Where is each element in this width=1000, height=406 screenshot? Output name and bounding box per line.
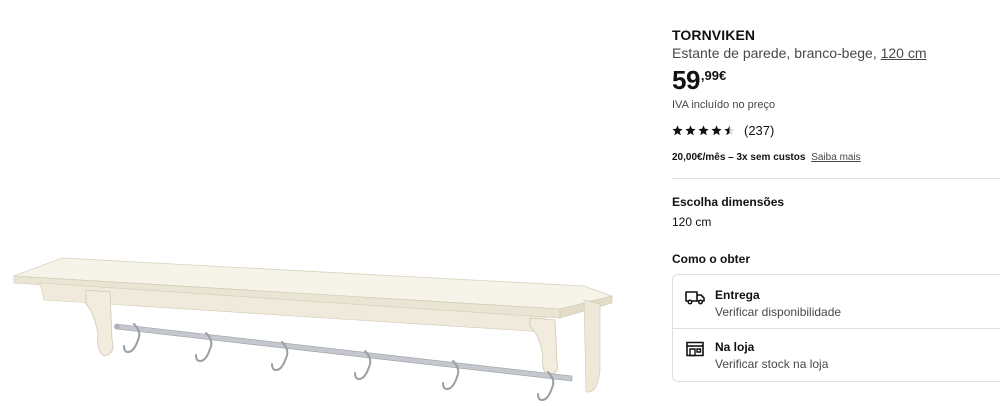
price-decimal: ,99€ (700, 68, 727, 83)
instalment-info: 20,00€/mês – 3x sem custos Saiba mais (672, 152, 861, 163)
rating-stars (672, 125, 735, 136)
review-count[interactable]: (237) (744, 123, 774, 138)
vat-note: IVA incluído no preço (672, 99, 776, 111)
product-image[interactable] (0, 0, 640, 406)
star-full-icon (672, 125, 683, 136)
store-icon (686, 341, 704, 357)
delivery-option[interactable]: Entrega Verificar disponibilidade (673, 279, 1000, 329)
obtain-heading: Como o obter (672, 252, 750, 266)
obtain-divider (673, 328, 1000, 329)
delivery-truck-icon (685, 291, 705, 305)
shelf-illustration (13, 257, 614, 402)
delivery-title: Entrega (715, 288, 760, 302)
size-link[interactable]: 120 cm (881, 45, 927, 61)
product-price: 59 ,99€ (672, 64, 726, 96)
star-full-icon (711, 125, 722, 136)
divider (672, 178, 1000, 179)
product-description-text: Estante de parede, branco-bege, (672, 45, 881, 61)
selected-dimension[interactable]: 120 cm (672, 215, 711, 229)
star-full-icon (685, 125, 696, 136)
store-subtitle: Verificar stock na loja (715, 357, 829, 371)
price-integer: 59 (672, 65, 700, 95)
delivery-subtitle: Verificar disponibilidade (715, 305, 842, 319)
instalment-text: 20,00€/mês – 3x sem custos (672, 152, 806, 163)
store-option[interactable]: Na loja Verificar stock na loja (673, 331, 1000, 381)
product-rating[interactable]: (237) (672, 123, 774, 138)
product-description: Estante de parede, branco-bege, 120 cm (672, 45, 927, 61)
learn-more-link[interactable]: Saiba mais (811, 152, 860, 163)
star-half-icon (724, 125, 735, 136)
dimensions-heading: Escolha dimensões (672, 195, 785, 209)
obtain-options: Entrega Verificar disponibilidade Na loj… (672, 274, 1000, 382)
product-info-panel: TORNVIKEN Estante de parede, branco-bege… (672, 0, 1000, 406)
product-name: TORNVIKEN (672, 27, 756, 43)
store-title: Na loja (715, 340, 755, 354)
star-full-icon (698, 125, 709, 136)
